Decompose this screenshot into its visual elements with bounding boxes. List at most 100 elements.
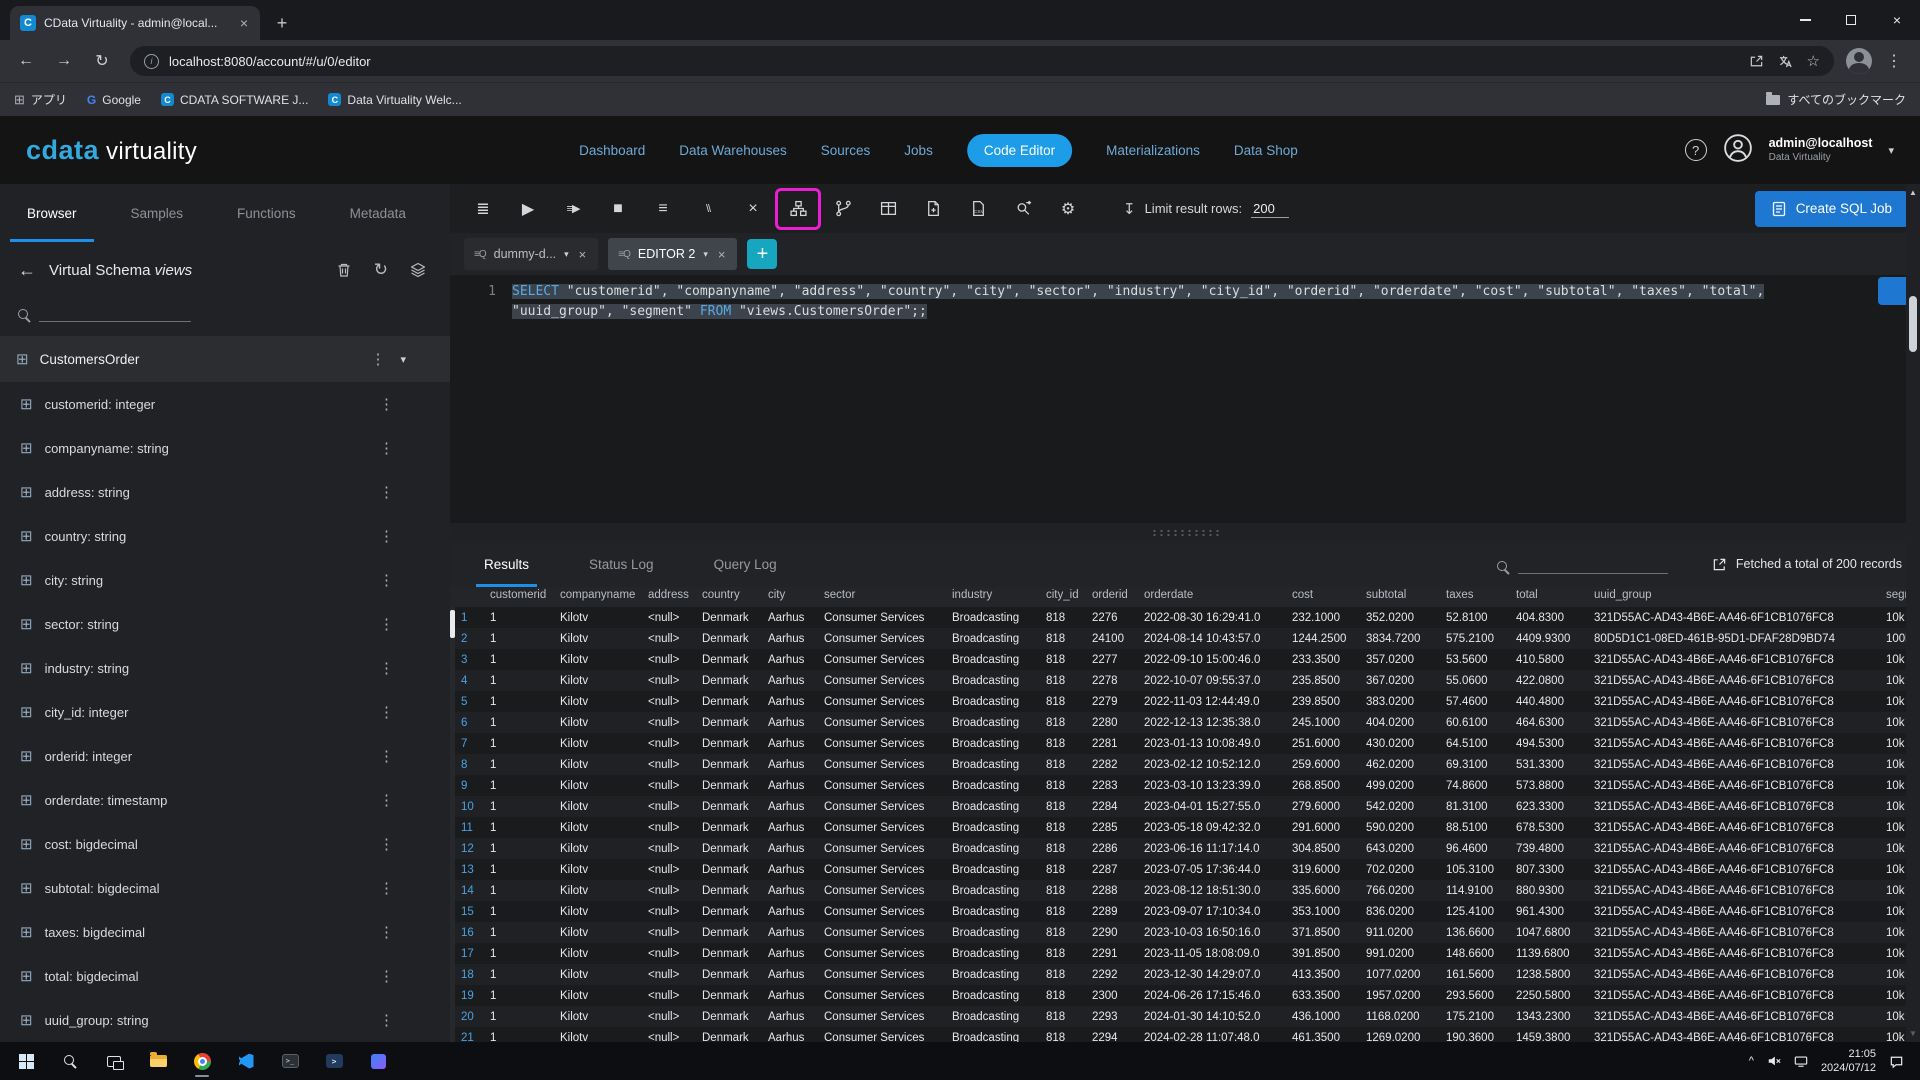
schema-column-address[interactable]: ⊞address: string⋮ [0, 470, 450, 514]
column-header-city[interactable]: city [764, 587, 820, 607]
table-cell[interactable]: 440.4800 [1512, 696, 1590, 708]
table-cell[interactable]: 2023-05-18 09:42:32.0 [1140, 822, 1288, 834]
table-cell[interactable]: Kilotv [556, 864, 644, 876]
table-cell[interactable]: Denmark [698, 696, 764, 708]
tab-status-log[interactable]: Status Log [559, 541, 684, 587]
table-cell[interactable]: 321D55AC-AD43-4B6E-AA46-6F1CB1076FC8 [1590, 948, 1882, 960]
table-cell[interactable]: 1 [486, 696, 556, 708]
table-cell[interactable]: 1 [486, 927, 556, 939]
table-cell[interactable]: 818 [1042, 969, 1088, 981]
table-cell[interactable]: 371.8500 [1288, 927, 1362, 939]
table-cell[interactable]: 125.4100 [1442, 906, 1512, 918]
table-cell[interactable]: 367.0200 [1362, 675, 1442, 687]
table-row[interactable]: 181Kilotv<null>DenmarkAarhusConsumer Ser… [450, 964, 1920, 985]
tray-expand-icon[interactable]: ^ [1749, 1055, 1754, 1067]
help-icon[interactable]: ? [1685, 139, 1707, 161]
volume-muted-icon[interactable] [1767, 1054, 1781, 1068]
table-cell[interactable]: 2292 [1088, 969, 1140, 981]
table-cell[interactable]: Kilotv [556, 759, 644, 771]
table-cell[interactable]: Consumer Services [820, 1011, 948, 1023]
table-cell[interactable]: 818 [1042, 675, 1088, 687]
table-cell[interactable]: 279.6000 [1288, 801, 1362, 813]
nav-code-editor[interactable]: Code Editor [967, 134, 1072, 167]
table-cell[interactable]: 2023-01-13 10:08:49.0 [1140, 738, 1288, 750]
table-cell[interactable]: 2280 [1088, 717, 1140, 729]
table-cell[interactable]: 623.3300 [1512, 801, 1590, 813]
chevron-down-icon[interactable]: ▾ [703, 249, 708, 260]
table-cell[interactable]: Kilotv [556, 885, 644, 897]
table-cell[interactable]: 461.3500 [1288, 1032, 1362, 1043]
table-cell[interactable]: Consumer Services [820, 1032, 948, 1043]
table-cell[interactable]: Kilotv [556, 654, 644, 666]
table-cell[interactable]: Denmark [698, 927, 764, 939]
table-cell[interactable]: 1 [486, 990, 556, 1002]
table-cell[interactable]: 161.5600 [1442, 969, 1512, 981]
table-cell[interactable]: 1 [486, 675, 556, 687]
close-icon[interactable]: × [716, 247, 728, 262]
table-cell[interactable]: Broadcasting [948, 717, 1042, 729]
table-cell[interactable]: Denmark [698, 969, 764, 981]
table-cell[interactable]: 259.6000 [1288, 759, 1362, 771]
table-cell[interactable]: Denmark [698, 885, 764, 897]
table-cell[interactable]: <null> [644, 927, 698, 939]
table-cell[interactable]: Aarhus [764, 801, 820, 813]
table-cell[interactable]: Denmark [698, 654, 764, 666]
table-cell[interactable]: Consumer Services [820, 738, 948, 750]
table-cell[interactable]: 321D55AC-AD43-4B6E-AA46-6F1CB1076FC8 [1590, 675, 1882, 687]
column-header-total[interactable]: total [1512, 587, 1590, 607]
schema-column-orderdate[interactable]: ⊞orderdate: timestamp⋮ [0, 778, 450, 822]
browser-profile-avatar[interactable] [1846, 48, 1872, 74]
schema-column-sector[interactable]: ⊞sector: string⋮ [0, 602, 450, 646]
reload-button[interactable]: ↻ [86, 45, 118, 77]
table-cell[interactable]: 53.5600 [1442, 654, 1512, 666]
table-cell[interactable]: 818 [1042, 906, 1088, 918]
table-cell[interactable]: 2024-02-28 11:07:48.0 [1140, 1032, 1288, 1043]
results-search-input[interactable] [1518, 554, 1668, 574]
table-cell[interactable]: 2022-10-07 09:55:37.0 [1140, 675, 1288, 687]
column-header-orderdate[interactable]: orderdate [1140, 587, 1288, 607]
table-cell[interactable]: 404.0200 [1362, 717, 1442, 729]
table-cell[interactable]: Broadcasting [948, 969, 1042, 981]
table-cell[interactable]: <null> [644, 654, 698, 666]
table-cell[interactable]: 1 [486, 906, 556, 918]
back-arrow-icon[interactable]: ← [18, 260, 36, 281]
table-cell[interactable]: 1 [486, 738, 556, 750]
table-cell[interactable]: 2250.5800 [1512, 990, 1590, 1002]
table-cell[interactable]: Aarhus [764, 612, 820, 624]
table-cell[interactable]: <null> [644, 717, 698, 729]
table-cell[interactable]: 2024-08-14 10:43:57.0 [1140, 633, 1288, 645]
table-cell[interactable]: Consumer Services [820, 717, 948, 729]
table-cell[interactable]: Aarhus [764, 675, 820, 687]
table-cell[interactable]: 575.2100 [1442, 633, 1512, 645]
table-cell[interactable]: <null> [644, 885, 698, 897]
table-cell[interactable]: <null> [644, 948, 698, 960]
table-cell[interactable]: 64.5100 [1442, 738, 1512, 750]
column-header-city_id[interactable]: city_id [1042, 587, 1088, 607]
table-cell[interactable]: 74.8600 [1442, 780, 1512, 792]
taskbar-search-button[interactable] [50, 1045, 90, 1077]
table-cell[interactable]: Aarhus [764, 696, 820, 708]
kebab-menu-icon[interactable]: ⋮ [366, 350, 389, 368]
table-cell[interactable]: Denmark [698, 780, 764, 792]
table-cell[interactable]: 232.1000 [1288, 612, 1362, 624]
table-cell[interactable]: 52.8100 [1442, 612, 1512, 624]
table-cell[interactable]: 60.6100 [1442, 717, 1512, 729]
table-cell[interactable]: 2283 [1088, 780, 1140, 792]
run-icon[interactable]: ▶ [507, 190, 549, 228]
column-header-subtotal[interactable]: subtotal [1362, 587, 1442, 607]
table-row[interactable]: 131Kilotv<null>DenmarkAarhusConsumer Ser… [450, 859, 1920, 880]
user-info[interactable]: admin@localhost Data Virtuality [1769, 136, 1873, 164]
table-cell[interactable]: Kilotv [556, 843, 644, 855]
table-cell[interactable]: Broadcasting [948, 675, 1042, 687]
open-external-icon[interactable] [1712, 557, 1727, 572]
export-csv-icon[interactable]: CSV [957, 190, 999, 228]
limit-rows-input[interactable] [1251, 200, 1289, 218]
table-cell[interactable]: Denmark [698, 990, 764, 1002]
table-cell[interactable]: Consumer Services [820, 948, 948, 960]
bookmark-apps[interactable]: ⊞アプリ [14, 91, 67, 108]
table-cell[interactable]: Kilotv [556, 696, 644, 708]
table-cell[interactable]: 818 [1042, 654, 1088, 666]
table-cell[interactable]: 1 [486, 633, 556, 645]
table-cell[interactable]: Consumer Services [820, 822, 948, 834]
stop-icon[interactable]: ■ [597, 190, 639, 228]
